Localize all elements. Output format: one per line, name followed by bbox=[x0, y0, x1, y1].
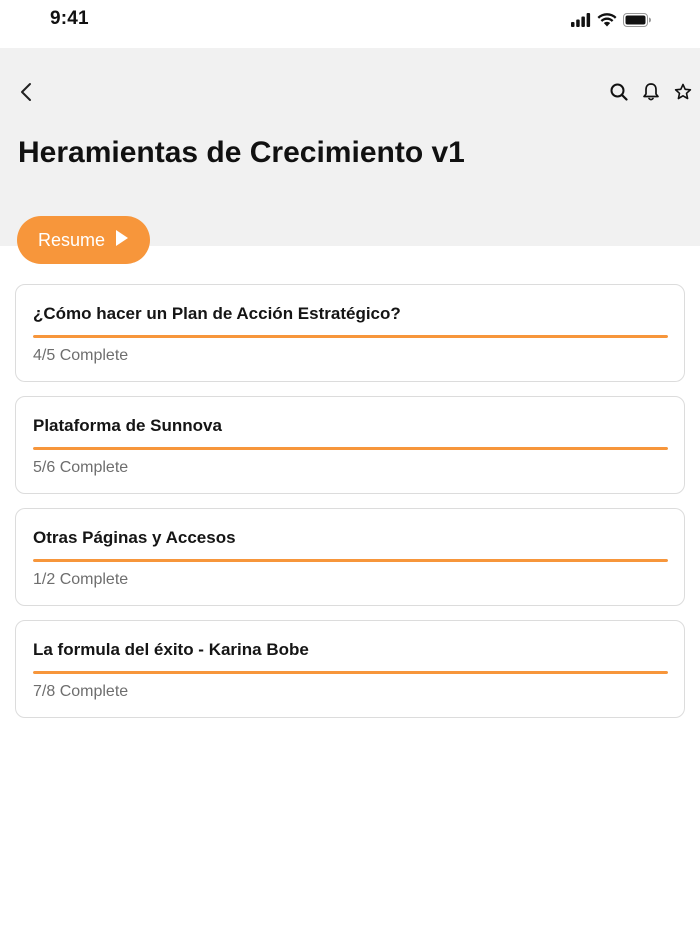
search-button[interactable] bbox=[608, 82, 630, 106]
module-title: Otras Páginas y Accesos bbox=[33, 528, 236, 547]
module-status: 5/6 Complete bbox=[33, 459, 129, 476]
header-actions bbox=[608, 82, 694, 106]
module-progress-bar bbox=[33, 335, 668, 338]
module-status: 1/2 Complete bbox=[33, 571, 129, 588]
module-status: 4/5 Complete bbox=[33, 347, 129, 364]
cellular-signal-icon bbox=[571, 12, 591, 32]
module-title: ¿Cómo hacer un Plan de Acción Estratégic… bbox=[33, 304, 401, 323]
module-progress-fill bbox=[33, 335, 668, 338]
star-icon bbox=[674, 83, 692, 106]
page-title: Heramientas de Crecimiento v1 bbox=[18, 136, 465, 169]
status-time: 9:41 bbox=[50, 8, 89, 29]
module-card[interactable]: La formula del éxito - Karina Bobe 7/8 C… bbox=[15, 620, 685, 718]
module-progress-fill bbox=[33, 559, 668, 562]
play-icon bbox=[115, 229, 129, 252]
resume-button-label: Resume bbox=[37, 229, 106, 250]
module-card[interactable]: Plataforma de Sunnova 5/6 Complete bbox=[15, 396, 685, 494]
chevron-left-icon bbox=[20, 82, 32, 107]
search-icon bbox=[610, 83, 628, 106]
favorite-button[interactable] bbox=[672, 82, 694, 106]
status-icons bbox=[571, 12, 652, 32]
battery-icon bbox=[623, 12, 652, 32]
bell-icon bbox=[642, 82, 660, 107]
resume-button[interactable]: Resume bbox=[17, 216, 150, 264]
module-title: La formula del éxito - Karina Bobe bbox=[33, 640, 309, 659]
module-title: Plataforma de Sunnova bbox=[33, 416, 222, 435]
module-card[interactable]: ¿Cómo hacer un Plan de Acción Estratégic… bbox=[15, 284, 685, 382]
module-progress-fill bbox=[33, 447, 668, 450]
module-progress-bar bbox=[33, 447, 668, 450]
module-progress-bar bbox=[33, 671, 668, 674]
module-list: ¿Cómo hacer un Plan de Acción Estratégic… bbox=[15, 284, 685, 732]
module-progress-bar bbox=[33, 559, 668, 562]
status-bar: 9:41 bbox=[0, 0, 700, 48]
module-status: 7/8 Complete bbox=[33, 683, 129, 700]
module-progress-fill bbox=[33, 671, 668, 674]
back-button[interactable] bbox=[14, 82, 38, 106]
notifications-button[interactable] bbox=[640, 82, 662, 106]
module-card[interactable]: Otras Páginas y Accesos 1/2 Complete bbox=[15, 508, 685, 606]
wifi-icon bbox=[597, 12, 617, 32]
